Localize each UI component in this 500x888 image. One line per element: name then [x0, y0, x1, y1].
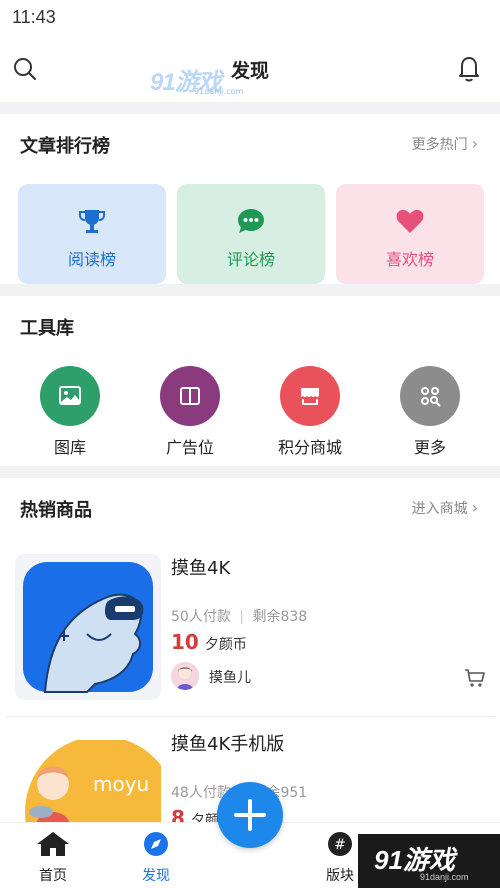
hashtag-icon: #	[328, 832, 352, 856]
chat-bubble-icon	[238, 209, 264, 233]
rank-tile-reading-label: 阅读榜	[67, 250, 116, 269]
stats-separator: |	[239, 609, 244, 625]
tab-discover[interactable]: 发现	[116, 831, 196, 885]
product-thumb-text: moyu	[93, 772, 150, 796]
tool-points-mall[interactable]: 积分商城	[265, 366, 355, 458]
status-time: 11:43	[12, 7, 56, 27]
tool-more-circle	[400, 366, 460, 426]
rank-tile-likes-label: 喜欢榜	[385, 250, 434, 269]
rank-tile-reading[interactable]: 阅读榜	[18, 184, 166, 284]
tools-title: 工具库	[20, 318, 74, 339]
hot-products-more-label: 进入商城	[411, 501, 468, 517]
rankings-more-link[interactable]: 更多热门 ›	[412, 134, 478, 154]
avatar	[171, 662, 199, 690]
divider	[5, 716, 495, 717]
store-icon	[301, 388, 319, 405]
image-icon	[59, 386, 81, 405]
product-price-value: 8	[171, 806, 185, 822]
tab-home[interactable]: 首页	[13, 831, 93, 885]
hot-products-more-link[interactable]: 进入商城 ›	[412, 498, 478, 518]
product-stats: 50人付款 | 剩余838	[171, 606, 307, 626]
add-button[interactable]	[217, 782, 283, 848]
tool-ad-slot-circle	[160, 366, 220, 426]
tool-gallery-label: 图库	[53, 438, 86, 457]
product-price-unit: 夕颜币	[204, 637, 247, 653]
tab-home-label: 首页	[39, 868, 67, 884]
rank-tile-likes[interactable]: 喜欢榜	[336, 184, 484, 284]
rank-tile-comments-label: 评论榜	[226, 250, 275, 269]
rankings-more-label: 更多热门	[411, 137, 468, 153]
chevron-right-icon: ›	[471, 498, 478, 517]
tool-points-mall-label: 积分商城	[277, 438, 342, 457]
grid-search-icon	[421, 387, 441, 407]
product-thumbnail	[15, 554, 161, 700]
top-header: 91游戏 91danji.com 发现	[0, 36, 500, 102]
heart-icon	[396, 209, 424, 233]
trophy-icon	[79, 210, 105, 233]
watermark-badge: 91游戏 91danji.com	[358, 834, 500, 888]
plus-icon-vertical	[248, 799, 252, 831]
tool-points-mall-circle	[280, 366, 340, 426]
rankings-title: 文章排行榜	[20, 136, 110, 157]
seller-avatar-image	[171, 662, 199, 690]
product-name: 摸鱼4K手机版	[171, 734, 285, 755]
compass-icon	[144, 832, 168, 856]
rankings-section: 文章排行榜 更多热门 › 阅读榜 评论榜 喜欢榜	[0, 114, 500, 284]
chevron-right-icon: ›	[471, 134, 478, 153]
status-bar: 11:43	[0, 0, 500, 36]
tool-ad-slot-label: 广告位	[165, 438, 214, 457]
cart-icon[interactable]	[464, 668, 486, 688]
home-icon	[37, 832, 69, 856]
product-paid-count: 50人付款	[171, 609, 231, 625]
seller-name: 摸鱼儿	[209, 670, 251, 686]
tab-discover-label: 发现	[142, 868, 170, 884]
page-title: 发现	[230, 60, 269, 82]
hot-products-section: 热销商品 进入商城 › 摸鱼4K 50人付款 | 剩余838 10 夕颜币 摸鱼…	[0, 478, 500, 822]
product-price-value: 10	[171, 630, 199, 654]
product-price: 10 夕颜币	[171, 630, 247, 654]
product-remaining: 剩余838	[252, 609, 308, 625]
product-item[interactable]: 摸鱼4K 50人付款 | 剩余838 10 夕颜币 摸鱼儿	[0, 554, 500, 714]
tool-more[interactable]: 更多	[385, 366, 475, 458]
rank-tile-comments[interactable]: 评论榜	[177, 184, 325, 284]
watermark-url: 91danji.com	[194, 87, 244, 96]
product-thumbnail: moyu	[15, 740, 161, 822]
book-icon	[180, 387, 200, 405]
tool-gallery[interactable]: 图库	[25, 366, 115, 458]
tool-gallery-circle	[40, 366, 100, 426]
tools-section: 工具库 图库 广告位 积分商城 更多	[0, 296, 500, 466]
watermark-badge-url: 91danji.com	[420, 872, 469, 882]
product-name: 摸鱼4K	[171, 558, 231, 579]
tool-more-label: 更多	[413, 438, 446, 457]
tool-ad-slot[interactable]: 广告位	[145, 366, 235, 458]
bell-icon[interactable]	[456, 54, 482, 82]
svg-text:#: #	[334, 837, 346, 853]
moyu-app-icon	[23, 562, 153, 693]
hot-products-title: 热销商品	[20, 500, 92, 521]
